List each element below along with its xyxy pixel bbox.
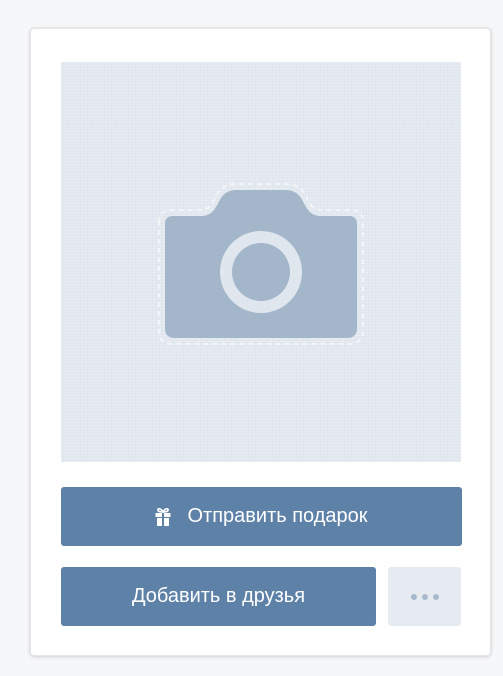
add-friend-label: Добавить в друзья	[131, 585, 306, 607]
profile-card: Отправить подарок Добавить в друзья	[30, 28, 491, 656]
more-dots-icon	[410, 593, 439, 600]
send-gift-button[interactable]: Отправить подарок	[61, 487, 462, 546]
gift-icon	[155, 508, 171, 526]
send-gift-label: Отправить подарок	[187, 505, 368, 527]
more-actions-button[interactable]	[388, 567, 461, 626]
camera-icon	[158, 183, 364, 345]
profile-photo-placeholder[interactable]	[61, 62, 461, 462]
add-friend-button[interactable]: Добавить в друзья	[61, 567, 376, 626]
